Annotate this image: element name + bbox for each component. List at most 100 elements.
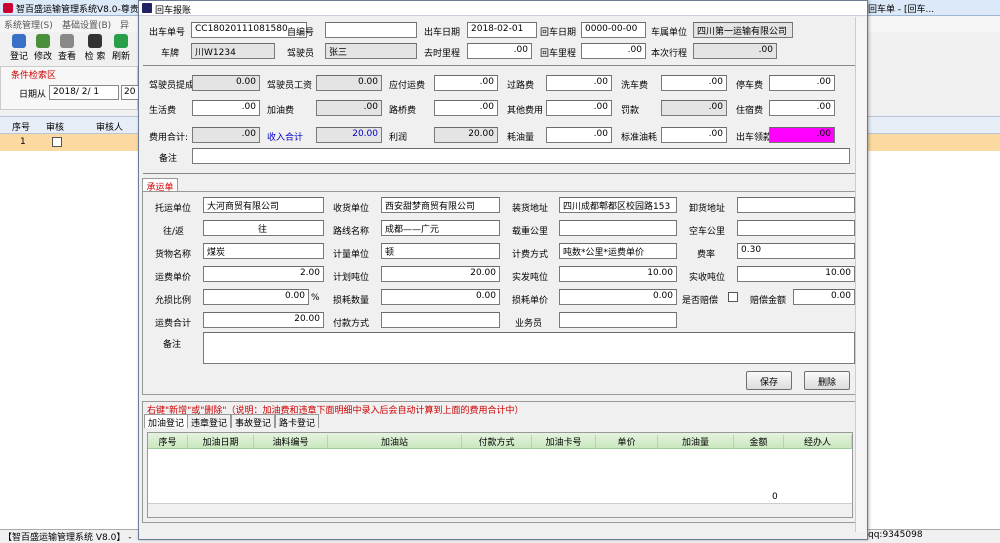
- fuel-col-header[interactable]: 加油站: [328, 435, 462, 449]
- plate-label: 车牌: [161, 49, 180, 59]
- search-button[interactable]: 检 索: [84, 34, 106, 62]
- compensate-checkbox[interactable]: [728, 292, 738, 302]
- other-field[interactable]: .00: [546, 100, 612, 116]
- fuel-col-header[interactable]: 加油日期: [188, 435, 254, 449]
- tab-fuel[interactable]: 加油登记: [144, 414, 189, 429]
- save-button[interactable]: 保存: [746, 371, 792, 390]
- audit-checkbox[interactable]: [52, 137, 62, 147]
- pay-method-field[interactable]: [381, 312, 500, 328]
- payable-freight-label: 应付运费: [389, 81, 426, 91]
- advance-field[interactable]: .00: [769, 127, 835, 143]
- standard-fuel-field[interactable]: .00: [661, 127, 727, 143]
- ship-ton-field[interactable]: 10.00: [559, 266, 677, 282]
- tab-roadcard[interactable]: 路卡登记: [275, 414, 320, 429]
- driver-bonus-field[interactable]: 0.00: [192, 75, 260, 91]
- register-button[interactable]: 登记: [8, 34, 30, 62]
- date-from-input[interactable]: 2018/ 2/ 1: [49, 85, 119, 100]
- income-total-field[interactable]: 20.00: [316, 127, 382, 143]
- empty-km-field[interactable]: [737, 220, 855, 236]
- living-field[interactable]: .00: [192, 100, 260, 116]
- payable-freight-field[interactable]: .00: [434, 75, 498, 91]
- plate-field[interactable]: 川W1234: [191, 43, 275, 59]
- fine-field[interactable]: .00: [661, 100, 727, 116]
- menu-system[interactable]: 系统管理(S): [4, 18, 53, 31]
- menu-basic[interactable]: 基础设置(B): [62, 18, 111, 31]
- measure-unit-field[interactable]: 顿: [381, 243, 500, 259]
- bridge-field[interactable]: .00: [434, 100, 498, 116]
- fuel-col-header[interactable]: 加油卡号: [532, 435, 596, 449]
- toll-label: 过路费: [507, 81, 535, 91]
- trip-field[interactable]: 往: [203, 220, 324, 236]
- tab-consign[interactable]: 承运单: [142, 178, 178, 193]
- loss-qty-label: 损耗数量: [333, 296, 370, 306]
- fuel-col-header[interactable]: 付款方式: [462, 435, 532, 449]
- price-label: 运费单价: [155, 273, 192, 283]
- rate-field[interactable]: 0.30: [737, 243, 855, 259]
- fuel-col-header[interactable]: 油料编号: [254, 435, 328, 449]
- driver-field[interactable]: 张三: [325, 43, 417, 59]
- back-mile-field[interactable]: .00: [581, 43, 646, 59]
- dialog-icon: [142, 3, 152, 13]
- loss-qty-field[interactable]: 0.00: [381, 289, 500, 305]
- fuel-col-header[interactable]: 经办人: [784, 435, 852, 449]
- receiver-field[interactable]: 西安甜梦商贸有限公司: [381, 197, 500, 213]
- cost-total-field[interactable]: .00: [192, 127, 260, 143]
- horizontal-scrollbar[interactable]: [148, 503, 852, 517]
- unit-field[interactable]: 四川第一运输有限公司: [693, 22, 793, 38]
- edit-button[interactable]: 修改: [32, 34, 54, 62]
- shipper-label: 托运单位: [155, 204, 192, 214]
- loss-price-field[interactable]: 0.00: [559, 289, 677, 305]
- salesman-field[interactable]: [559, 312, 677, 328]
- fuel-col-header[interactable]: 加油量: [658, 435, 734, 449]
- tab-violation[interactable]: 违章登记: [187, 414, 232, 429]
- fuel-col-header[interactable]: 序号: [148, 435, 188, 449]
- recv-ton-field[interactable]: 10.00: [737, 266, 855, 282]
- out-date-field[interactable]: 2018-02-01: [467, 22, 537, 38]
- go-mile-field[interactable]: .00: [467, 43, 532, 59]
- menu-other[interactable]: 异: [120, 18, 129, 31]
- hotel-field[interactable]: .00: [769, 100, 835, 116]
- bridge-label: 路桥费: [389, 106, 417, 116]
- carwash-field[interactable]: .00: [661, 75, 727, 91]
- date-to-input[interactable]: 20: [121, 85, 139, 100]
- price-field[interactable]: 2.00: [203, 266, 324, 282]
- plan-ton-field[interactable]: 20.00: [381, 266, 500, 282]
- view-button[interactable]: 查看: [56, 34, 78, 62]
- this-mile-label: 本次行程: [651, 49, 688, 59]
- fee-remark-field[interactable]: [192, 148, 850, 164]
- driver-wage-field[interactable]: 0.00: [316, 75, 382, 91]
- load-addr-field[interactable]: 四川成都郫都区校园路153: [559, 197, 677, 213]
- fuel-col-header[interactable]: 金额: [734, 435, 784, 449]
- profit-field[interactable]: 20.00: [434, 127, 498, 143]
- fuel-col-header[interactable]: 单价: [596, 435, 658, 449]
- comp-amount-field[interactable]: 0.00: [793, 289, 855, 305]
- consign-remark-field[interactable]: [203, 332, 855, 364]
- load-addr-label: 装货地址: [512, 204, 549, 214]
- fuel-field[interactable]: .00: [316, 100, 382, 116]
- date-from-label: 日期从: [19, 90, 47, 100]
- refresh-icon: [114, 34, 128, 48]
- go-mile-label: 去时里程: [424, 49, 461, 59]
- refresh-button[interactable]: 刷新: [110, 34, 132, 62]
- this-mile-field[interactable]: .00: [693, 43, 777, 59]
- freight-total-field[interactable]: 20.00: [203, 312, 324, 328]
- back-date-field[interactable]: 0000-00-00: [581, 22, 646, 38]
- loss-ratio-field[interactable]: 0.00: [203, 289, 309, 305]
- vertical-scrollbar[interactable]: [855, 17, 866, 532]
- delete-button[interactable]: 删除: [804, 371, 850, 390]
- trip-label: 往/返: [163, 227, 185, 237]
- toll-field[interactable]: .00: [546, 75, 612, 91]
- unload-addr-field[interactable]: [737, 197, 855, 213]
- shipper-field[interactable]: 大河商贸有限公司: [203, 197, 324, 213]
- goods-field[interactable]: 煤炭: [203, 243, 324, 259]
- calc-method-field[interactable]: 吨数*公里*运费单价: [559, 243, 677, 259]
- self-no-field[interactable]: [325, 22, 417, 38]
- parking-field[interactable]: .00: [769, 75, 835, 91]
- route-field[interactable]: 成都——广元: [381, 220, 500, 236]
- fuel-consumption-field[interactable]: .00: [546, 127, 612, 143]
- loaded-km-field[interactable]: [559, 220, 677, 236]
- tab-accident[interactable]: 事故登记: [231, 414, 276, 429]
- plan-ton-label: 计划吨位: [333, 273, 370, 283]
- app-toolbar: 登记 修改 查看 检 索 刷新: [0, 32, 138, 64]
- fine-label: 罚款: [621, 106, 640, 116]
